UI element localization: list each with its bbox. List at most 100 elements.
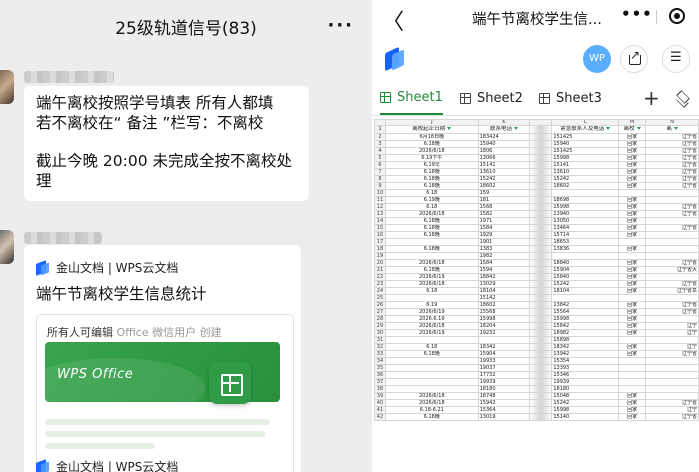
row-number[interactable]: 42 xyxy=(374,413,386,421)
kdocs-logo-icon[interactable] xyxy=(383,46,407,72)
row-number[interactable]: 31 xyxy=(374,336,386,344)
cell-leave[interactable]: 回家 xyxy=(618,322,647,330)
share-icon[interactable] xyxy=(620,45,648,73)
cell-date[interactable] xyxy=(384,357,479,365)
cell-date[interactable]: 6.18晚 xyxy=(384,168,479,176)
cell-leave[interactable]: 回家 xyxy=(618,224,647,232)
cell-emergency-contact[interactable]: 15842 xyxy=(551,322,620,330)
cell-emergency-contact[interactable]: 15242 xyxy=(551,280,620,288)
row-number[interactable]: 22 xyxy=(374,273,386,281)
cell-phone[interactable]: 19939 xyxy=(477,378,531,386)
row-number[interactable]: 30 xyxy=(374,329,386,337)
cell-address[interactable] xyxy=(645,196,699,204)
cell-phone[interactable]: 1806 xyxy=(477,147,531,155)
cell-date[interactable]: 6.18晚 xyxy=(384,350,479,358)
cell-date[interactable]: 6.18-6.21 xyxy=(384,406,479,414)
cell-address[interactable] xyxy=(645,252,699,260)
cell-phone[interactable]: 18602 xyxy=(477,301,531,309)
cell-emergency-contact[interactable]: 15998 xyxy=(551,203,620,211)
cell-phone[interactable]: 19933 xyxy=(477,357,531,365)
cell-phone[interactable]: 18180 xyxy=(477,385,531,393)
cell-emergency-contact[interactable]: 15048 xyxy=(551,392,620,400)
cell-leave[interactable]: 回家 xyxy=(618,315,647,323)
cell-emergency-contact[interactable]: 15998 xyxy=(551,154,620,162)
cell-emergency-contact[interactable]: 19939 xyxy=(551,378,620,386)
cell-address[interactable]: 辽宁省 xyxy=(645,350,699,358)
cell-date[interactable] xyxy=(384,238,479,246)
row-number[interactable]: 8 xyxy=(374,175,386,183)
cell-emergency-contact[interactable]: 15904 xyxy=(551,266,620,274)
cell-leave[interactable]: 回家 xyxy=(618,175,647,183)
cell-leave[interactable] xyxy=(618,378,647,386)
cell-address[interactable]: 辽宁省 xyxy=(645,301,699,309)
cell-emergency-contact[interactable]: 13050 xyxy=(551,217,620,225)
cell-emergency-contact[interactable]: 15346 xyxy=(551,371,620,379)
cell-date[interactable]: 2026/6/18 xyxy=(384,399,479,407)
row-number[interactable]: 28 xyxy=(374,315,386,323)
cell-phone[interactable] xyxy=(477,336,531,344)
cell-leave[interactable]: 回家 xyxy=(618,259,647,267)
cell-phone[interactable]: 13019 xyxy=(477,413,531,421)
row-number[interactable]: 34 xyxy=(374,357,386,365)
cell-leave[interactable]: 回家 xyxy=(618,154,647,162)
cell-address[interactable]: 辽宁 xyxy=(645,343,699,351)
row-number[interactable]: 39 xyxy=(374,392,386,400)
cell-emergency-contact[interactable]: 151425 xyxy=(551,147,620,155)
filter-icon[interactable] xyxy=(514,127,519,130)
row-number[interactable]: 27 xyxy=(374,308,386,316)
row-number[interactable]: 21 xyxy=(374,266,386,274)
cell-emergency-contact[interactable]: 13393 xyxy=(551,364,620,372)
cell-phone[interactable]: 1584 xyxy=(477,224,531,232)
cell-address[interactable]: 辽宁省 xyxy=(645,140,699,148)
row-number[interactable]: 32 xyxy=(374,343,386,351)
cell-emergency-contact[interactable]: 15714 xyxy=(551,231,620,239)
row-number[interactable]: 41 xyxy=(374,406,386,414)
row-number[interactable]: 11 xyxy=(374,196,386,204)
cell-leave[interactable]: 回家 xyxy=(618,413,647,421)
cell-phone[interactable]: 18842 xyxy=(477,273,531,281)
cell-leave[interactable] xyxy=(618,336,647,344)
cell-address[interactable] xyxy=(645,378,699,386)
row-number[interactable]: 33 xyxy=(374,350,386,358)
layers-icon[interactable] xyxy=(676,90,690,104)
row-number[interactable]: 19 xyxy=(374,252,386,260)
cell-leave[interactable]: 回家 xyxy=(618,196,647,204)
cell-date[interactable]: 6.18 xyxy=(384,343,479,351)
cell-phone[interactable]: 1594 xyxy=(477,266,531,274)
cell-address[interactable]: 辽宁 xyxy=(645,322,699,330)
cell-leave[interactable]: 回家 xyxy=(618,406,647,414)
row-number[interactable]: 23 xyxy=(374,280,386,288)
row-number[interactable]: 3 xyxy=(374,140,386,148)
cell-date[interactable]: 2026/6/18 xyxy=(384,259,479,267)
cell-address[interactable] xyxy=(645,315,699,323)
cell-emergency-contact[interactable]: 15940 xyxy=(551,140,620,148)
cell-leave[interactable] xyxy=(618,385,647,393)
cell-date[interactable]: 2026/6/19 xyxy=(384,273,479,281)
filter-icon[interactable] xyxy=(606,127,611,130)
avatar[interactable] xyxy=(0,230,14,264)
cell-address[interactable] xyxy=(645,294,699,302)
cell-address[interactable] xyxy=(645,245,699,253)
cell-phone[interactable]: 1982 xyxy=(477,252,531,260)
row-number[interactable]: 7 xyxy=(374,168,386,176)
cell-emergency-contact[interactable]: 13940 xyxy=(551,210,620,218)
cell-emergency-contact[interactable]: 18840 xyxy=(551,259,620,267)
cell-leave[interactable]: 回家 xyxy=(618,343,647,351)
cell-date[interactable]: 6.18晚 xyxy=(384,182,479,190)
shared-doc-card[interactable]: 金山文档 | WPS云文档 端午节离校学生信息统计 所有人可编辑 Office … xyxy=(24,245,301,472)
cell-address[interactable] xyxy=(645,371,699,379)
cell-address[interactable]: 辽宁省 xyxy=(645,308,699,316)
cell-leave[interactable]: 回家 xyxy=(618,147,647,155)
cell-address[interactable]: 辽宁省 xyxy=(645,154,699,162)
row-number[interactable]: 1 xyxy=(374,125,386,134)
cell-address[interactable]: 辽宁省 xyxy=(645,413,699,421)
cell-address[interactable]: 辽宁省大 xyxy=(645,266,699,274)
cell-address[interactable] xyxy=(645,217,699,225)
cell-leave[interactable]: 回家 xyxy=(618,329,647,337)
close-target-icon[interactable] xyxy=(669,8,685,24)
cell-emergency-contact[interactable] xyxy=(551,294,620,302)
cell-phone[interactable]: 15141 xyxy=(477,161,531,169)
cell-emergency-contact[interactable]: 13610 xyxy=(551,168,620,176)
row-number[interactable]: 20 xyxy=(374,259,386,267)
cell-emergency-contact[interactable]: 15998 xyxy=(551,315,620,323)
